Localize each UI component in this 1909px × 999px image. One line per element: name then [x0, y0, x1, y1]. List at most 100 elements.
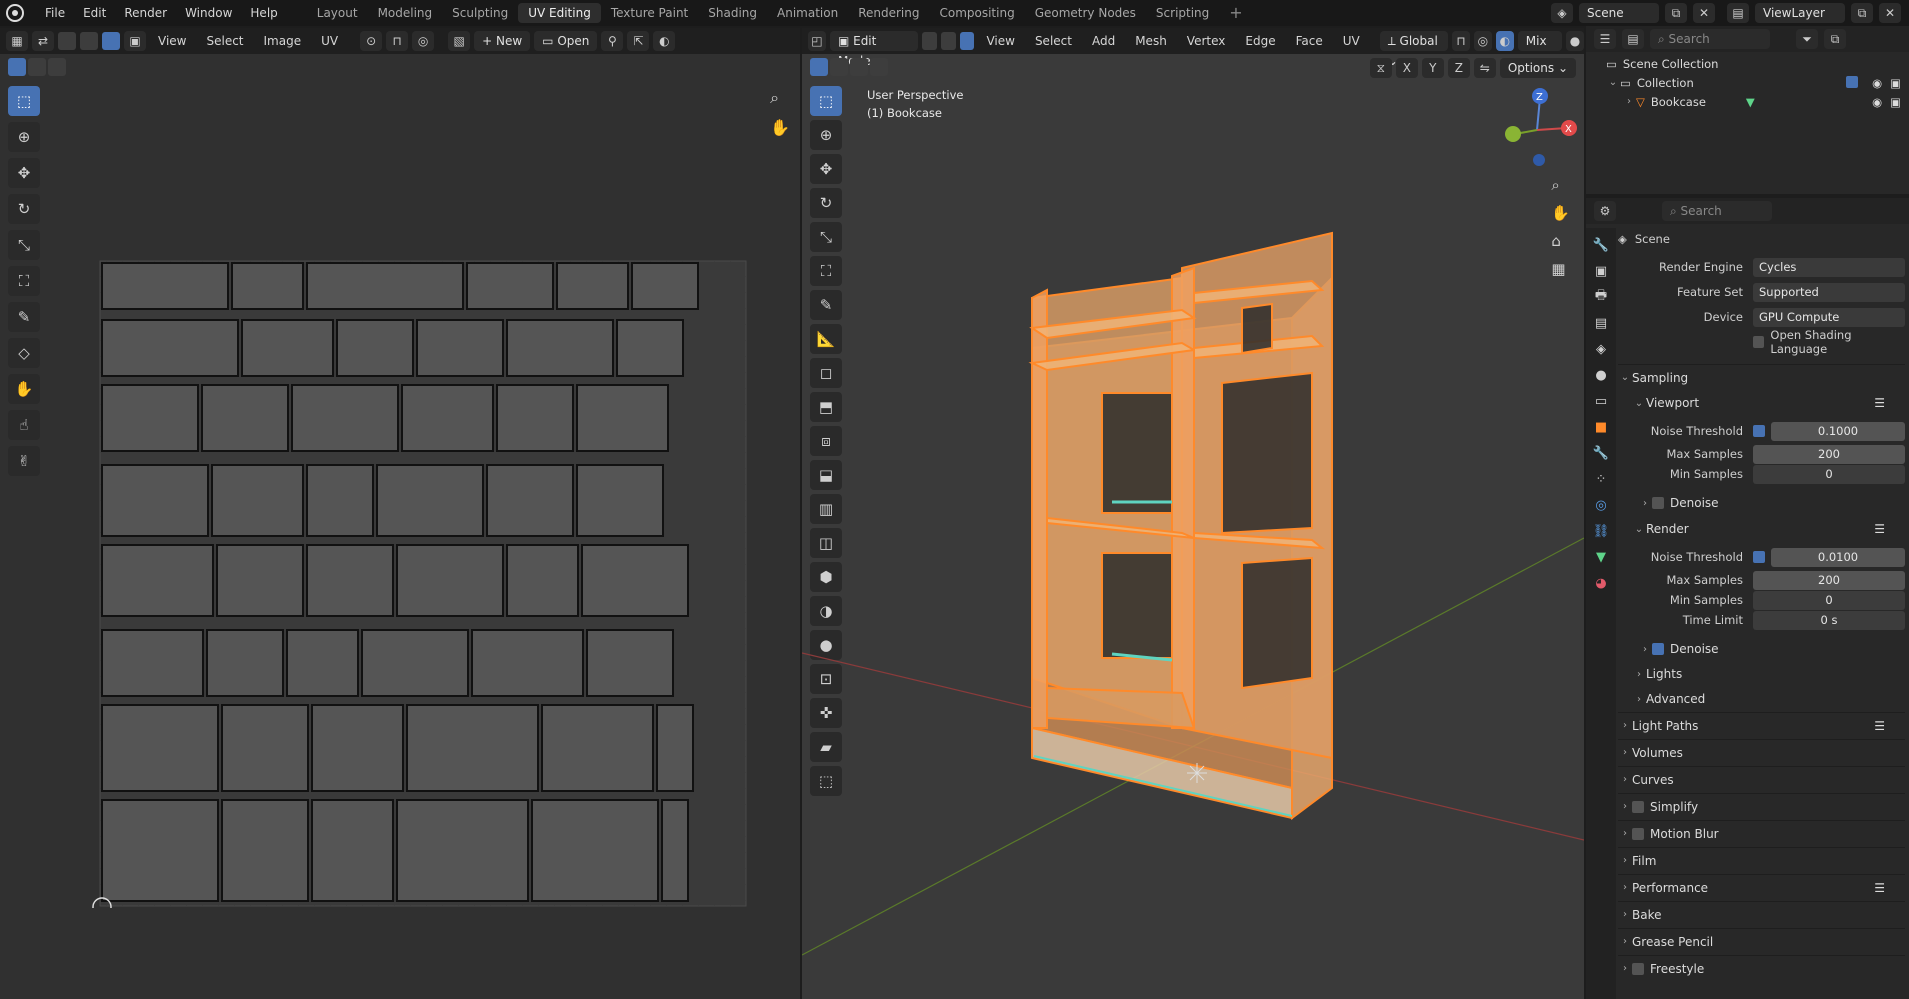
uv-menu-select[interactable]: Select — [198, 34, 251, 48]
uv-island[interactable] — [101, 704, 219, 792]
expand-icon[interactable]: › — [1632, 694, 1646, 705]
uv-menu-view[interactable]: View — [150, 34, 194, 48]
uv-island[interactable] — [466, 262, 554, 310]
freestyle-checkbox[interactable] — [1632, 962, 1644, 975]
expand-icon[interactable]: › — [1618, 828, 1632, 839]
uv-island[interactable] — [101, 464, 209, 537]
data-tab-icon[interactable]: ▼ — [1592, 548, 1610, 566]
uv-island[interactable] — [396, 544, 504, 617]
expand-icon[interactable]: ⌄ — [1606, 77, 1620, 88]
scene-collection-row[interactable]: ▭ Scene Collection — [1586, 54, 1909, 73]
bookcase-row[interactable]: › ▽ Bookcase ▼ ◉ ▣ — [1586, 92, 1909, 111]
collapse-icon[interactable]: ⌄ — [1632, 524, 1646, 535]
expand-icon[interactable]: › — [1618, 801, 1632, 812]
uv-island[interactable] — [531, 799, 659, 902]
uv-island[interactable] — [396, 799, 529, 902]
edge-select-icon[interactable] — [80, 32, 98, 50]
uv-island[interactable] — [221, 704, 309, 792]
expand-icon[interactable]: › — [1618, 909, 1632, 920]
curves-panel[interactable]: › Curves — [1618, 766, 1905, 792]
menu-render[interactable]: Render — [115, 6, 176, 20]
pin-icon[interactable]: ⚲ — [601, 31, 624, 51]
tab-geometry-nodes[interactable]: Geometry Nodes — [1025, 3, 1146, 23]
collapse-icon[interactable]: ⌄ — [1632, 398, 1646, 409]
uv-island[interactable] — [241, 319, 334, 377]
move-tool-icon[interactable]: ✥ — [8, 158, 40, 188]
render-engine-dropdown[interactable]: Cycles — [1753, 257, 1905, 277]
vertex-select-icon[interactable] — [58, 32, 76, 50]
vp-min-field[interactable]: 0 — [1753, 464, 1905, 484]
uv-layout[interactable] — [90, 228, 750, 908]
uv-sync-icon[interactable]: ⇄ — [32, 31, 54, 51]
pivot-icon[interactable]: ⊙ — [360, 31, 383, 51]
expand-icon[interactable]: › — [1632, 669, 1646, 680]
uv-island[interactable] — [496, 384, 574, 452]
camera-view-icon[interactable]: ⌂ — [1551, 232, 1570, 250]
preset-list-icon[interactable]: ☰ — [1874, 719, 1885, 733]
scale-tool-icon[interactable]: ⤡ — [8, 230, 40, 260]
snap-icon[interactable]: ⊓ — [386, 31, 409, 51]
delete-scene-icon[interactable]: ✕ — [1693, 3, 1715, 23]
tab-compositing[interactable]: Compositing — [929, 3, 1024, 23]
expand-icon[interactable]: › — [1622, 96, 1636, 107]
simplify-panel[interactable]: › Simplify — [1618, 793, 1905, 819]
grab-tool-icon[interactable]: ✋ — [8, 374, 40, 404]
particles-tab-icon[interactable]: ⁘ — [1592, 470, 1610, 488]
viewlayer-field[interactable]: ViewLayer — [1755, 3, 1845, 23]
select-extend-icon[interactable] — [28, 58, 46, 76]
r-denoise-checkbox[interactable] — [1652, 643, 1664, 655]
uv-island[interactable] — [306, 544, 394, 617]
volumes-panel[interactable]: › Volumes — [1618, 739, 1905, 765]
r-denoise-subpanel[interactable]: › Denoise — [1618, 636, 1905, 662]
collection-tab-icon[interactable]: ▭ — [1592, 392, 1610, 410]
perspective-toggle-icon[interactable]: ▦ — [1551, 260, 1570, 278]
viewlayer-icon[interactable]: ▤ — [1727, 3, 1749, 23]
uv-menu-uv[interactable]: UV — [313, 34, 346, 48]
motion-blur-checkbox[interactable] — [1632, 827, 1644, 840]
uv-menu-image[interactable]: Image — [256, 34, 310, 48]
scene-icon[interactable]: ◈ — [1551, 3, 1573, 23]
uv-island[interactable] — [656, 704, 694, 792]
r-max-field[interactable]: 200 — [1753, 570, 1905, 590]
output-tab-icon[interactable]: 🖶 — [1592, 288, 1610, 306]
uv-island[interactable] — [616, 319, 684, 377]
uv-island[interactable] — [101, 384, 199, 452]
outliner-type-icon[interactable]: ☰ — [1594, 29, 1616, 49]
vp-noise-checkbox[interactable] — [1753, 425, 1765, 437]
uv-island[interactable] — [286, 629, 359, 697]
uv-island[interactable] — [631, 262, 699, 310]
object-tab-icon[interactable]: ■ — [1592, 418, 1610, 436]
tab-sculpting[interactable]: Sculpting — [442, 3, 518, 23]
annotate-tool-icon[interactable]: ✎ — [8, 302, 40, 332]
render-camera-icon[interactable]: ▣ — [1890, 95, 1901, 109]
uv-island[interactable] — [471, 629, 584, 697]
feature-set-dropdown[interactable]: Supported — [1753, 282, 1905, 302]
uv-island[interactable] — [216, 544, 304, 617]
uv-editor[interactable]: ▦ ⇄ ▣ View Select Image UV ⊙ ⊓ ◎ ▧ + New… — [0, 28, 800, 999]
mesh-data-icon[interactable]: ▼ — [1746, 95, 1755, 109]
uv-island[interactable] — [101, 319, 239, 377]
image-browse-icon[interactable]: ▧ — [448, 31, 471, 51]
render-tab-icon[interactable]: ▣ — [1592, 262, 1610, 280]
uv-island[interactable] — [311, 704, 404, 792]
properties-type-icon[interactable]: ⚙ — [1594, 201, 1616, 221]
advanced-subpanel[interactable]: › Advanced — [1618, 686, 1905, 712]
uv-island[interactable] — [376, 464, 484, 537]
new-image-button[interactable]: + New — [474, 31, 531, 51]
add-workspace-icon[interactable]: + — [1219, 3, 1252, 23]
collection-row[interactable]: ⌄ ▭ Collection ◉ ▣ — [1586, 73, 1909, 92]
collapse-icon[interactable]: ⌄ — [1618, 372, 1632, 383]
uv-island[interactable] — [101, 629, 204, 697]
menu-file[interactable]: File — [36, 6, 74, 20]
render-subpanel[interactable]: ⌄ Render ☰ — [1618, 516, 1905, 542]
uv-island[interactable] — [576, 384, 669, 452]
scene-tab-icon[interactable]: ◈ — [1592, 340, 1610, 358]
bookcase-mesh[interactable] — [1028, 231, 1333, 820]
expand-icon[interactable]: › — [1618, 882, 1632, 893]
vp-max-field[interactable]: 200 — [1753, 444, 1905, 464]
grease-pencil-panel[interactable]: › Grease Pencil — [1618, 928, 1905, 954]
preset-list-icon[interactable]: ☰ — [1874, 396, 1885, 410]
outliner[interactable]: ☰ ▤ ⌕ Search ⏷ ⧉ ▭ Scene Collection ⌄ ▭ … — [1586, 26, 1909, 194]
uv-island[interactable] — [576, 464, 664, 537]
uv-island[interactable] — [506, 544, 579, 617]
